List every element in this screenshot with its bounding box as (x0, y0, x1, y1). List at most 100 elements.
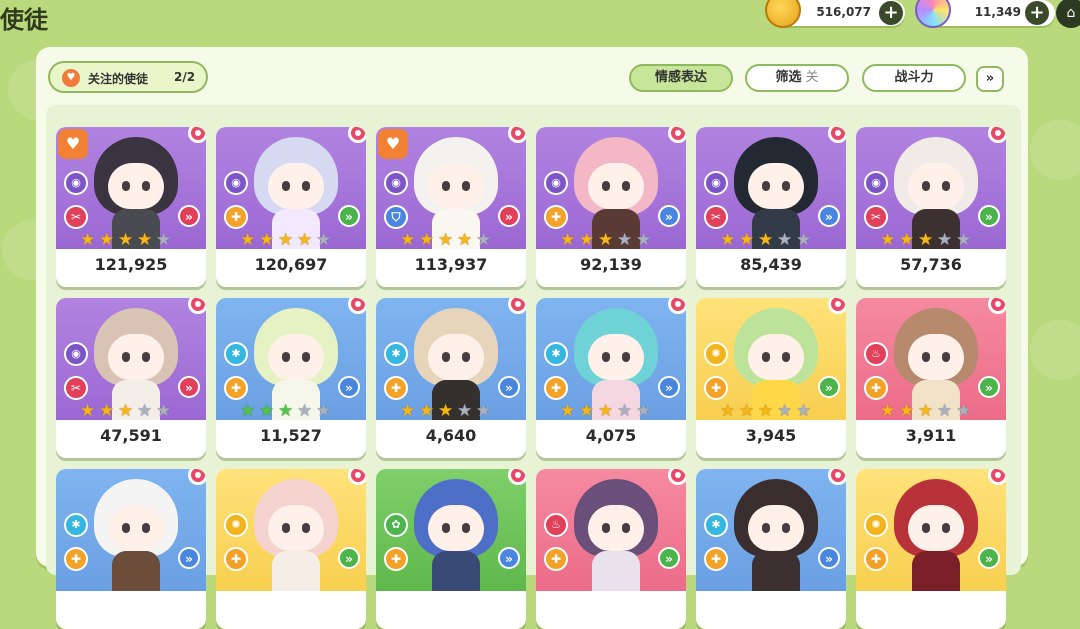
detail-arrow-icon[interactable]: » (178, 547, 200, 569)
detail-arrow-icon[interactable]: » (498, 547, 520, 569)
apostle-card[interactable]: ♥ ◉ ✂» ★ ★ ★ ★ ★ 121,925 (56, 127, 206, 287)
flower-icon[interactable] (988, 469, 1006, 485)
combat-power: 3,945 (745, 426, 797, 445)
detail-arrow-icon[interactable]: » (178, 376, 200, 398)
character-face (748, 163, 804, 209)
apostle-card[interactable]: ✺ ✚» (216, 469, 366, 629)
add-coins-button[interactable]: + (879, 1, 903, 25)
expand-icon[interactable]: » (976, 66, 1004, 92)
flower-icon[interactable] (508, 298, 526, 314)
character-face (748, 505, 804, 551)
combat-power: 57,736 (900, 255, 962, 274)
detail-arrow-icon[interactable]: » (498, 205, 520, 227)
character-body (272, 551, 320, 591)
apostle-grid: ♥ ◉ ✂» ★ ★ ★ ★ ★ 121,925 ◉ ✚» ★ ★ ★ ★ ★ 120,697 ♥ ◉ ⛉» ★ ★ ★ ★ ★… (46, 105, 1021, 629)
class-icon: ✂ (64, 376, 88, 400)
favorite-heart-icon[interactable]: ♥ (378, 129, 408, 159)
character-eye (142, 181, 150, 191)
apostle-card[interactable]: ◉ ✂» ★ ★ ★ ★ ★ 85,439 (696, 127, 846, 287)
detail-arrow-icon[interactable]: » (658, 205, 680, 227)
apostle-card[interactable]: ✱ ✚» ★ ★ ★ ★ ★ 4,075 (536, 298, 686, 458)
flower-icon[interactable] (508, 469, 526, 485)
apostle-card[interactable]: ✺ ✚» ★ ★ ★ ★ ★ 3,945 (696, 298, 846, 458)
detail-arrow-icon[interactable]: » (338, 205, 360, 227)
detail-arrow-icon[interactable]: » (978, 376, 1000, 398)
page-title: 使徒 (0, 6, 48, 34)
apostle-card[interactable]: ✱ ✚» ★ ★ ★ ★ ★ 4,640 (376, 298, 526, 458)
character-face (748, 334, 804, 380)
detail-arrow-icon[interactable]: » (178, 205, 200, 227)
class-icon: ✚ (544, 205, 568, 229)
apostle-card[interactable]: ◉ ✚» ★ ★ ★ ★ ★ 120,697 (216, 127, 366, 287)
star-icon: ★ (899, 401, 915, 421)
detail-arrow-icon[interactable]: » (978, 547, 1000, 569)
apostle-card[interactable]: ♨ ✚» ★ ★ ★ ★ ★ 3,911 (856, 298, 1006, 458)
apostle-panel: ♥ 关注的使徒 2/2 情感表达 筛选关 战斗力 » ♥ ◉ ✂» ★ ★ ★ ★ ★ 121,… (36, 47, 1028, 629)
apostle-card[interactable]: ✺ ✚» (856, 469, 1006, 629)
flower-icon[interactable] (988, 127, 1006, 143)
flower-icon[interactable] (348, 127, 366, 143)
add-gems-button[interactable]: + (1025, 1, 1049, 25)
character-face (108, 163, 164, 209)
detail-arrow-icon[interactable]: » (818, 547, 840, 569)
flower-icon[interactable] (668, 127, 686, 143)
emote-button[interactable]: 情感表达 (629, 64, 733, 92)
detail-arrow-icon[interactable]: » (818, 376, 840, 398)
character-eye (922, 523, 930, 533)
flower-icon[interactable] (188, 469, 206, 485)
flower-icon[interactable] (828, 127, 846, 143)
flower-icon[interactable] (828, 469, 846, 485)
flower-icon[interactable] (668, 298, 686, 314)
character-body (752, 551, 800, 591)
apostle-card[interactable]: ♥ ◉ ⛉» ★ ★ ★ ★ ★ 113,937 (376, 127, 526, 287)
flower-icon[interactable] (188, 298, 206, 314)
home-button[interactable]: ⌂ (1056, 0, 1080, 28)
character-eye (762, 523, 770, 533)
star-icon: ★ (259, 401, 275, 421)
filter-button[interactable]: 筛选关 (745, 64, 849, 92)
sort-power-button[interactable]: 战斗力 (862, 64, 966, 92)
detail-arrow-icon[interactable]: » (498, 376, 520, 398)
apostle-card[interactable]: ✱ ✚» ★ ★ ★ ★ ★ 11,527 (216, 298, 366, 458)
detail-arrow-icon[interactable]: » (338, 547, 360, 569)
flower-icon[interactable] (188, 127, 206, 143)
star-icon: ★ (137, 401, 153, 421)
star-icon: ★ (297, 230, 313, 250)
character-eye (622, 181, 630, 191)
character-face (428, 163, 484, 209)
star-icon: ★ (400, 230, 416, 250)
detail-arrow-icon[interactable]: » (338, 376, 360, 398)
apostle-card[interactable]: ✱ ✚» (696, 469, 846, 629)
character-eye (302, 181, 310, 191)
element-icon: ♨ (864, 342, 888, 366)
flower-icon[interactable] (668, 469, 686, 485)
detail-arrow-icon[interactable]: » (658, 376, 680, 398)
star-icon: ★ (956, 230, 972, 250)
favorite-heart-icon[interactable]: ♥ (58, 129, 88, 159)
followed-label: 关注的使徒 (88, 72, 149, 86)
flower-icon[interactable] (828, 298, 846, 314)
detail-arrow-icon[interactable]: » (658, 547, 680, 569)
element-icon: ◉ (64, 171, 88, 195)
combat-power: 4,640 (425, 426, 477, 445)
flower-icon[interactable] (988, 298, 1006, 314)
flower-icon[interactable] (348, 469, 366, 485)
star-icon: ★ (739, 230, 755, 250)
detail-arrow-icon[interactable]: » (978, 205, 1000, 227)
detail-arrow-icon[interactable]: » (818, 205, 840, 227)
apostle-card[interactable]: ♨ ✚» (536, 469, 686, 629)
apostle-card[interactable]: ◉ ✂» ★ ★ ★ ★ ★ 47,591 (56, 298, 206, 458)
star-icon: ★ (579, 401, 595, 421)
flower-icon[interactable] (348, 298, 366, 314)
element-icon: ♨ (544, 513, 568, 537)
apostle-card[interactable]: ✱ ✚» (56, 469, 206, 629)
apostle-card[interactable]: ◉ ✂» ★ ★ ★ ★ ★ 57,736 (856, 127, 1006, 287)
apostle-card[interactable]: ✿ ✚» (376, 469, 526, 629)
followed-apostles-button[interactable]: ♥ 关注的使徒 2/2 (48, 61, 208, 93)
apostle-card[interactable]: ◉ ✚» ★ ★ ★ ★ ★ 92,139 (536, 127, 686, 287)
star-icon: ★ (720, 230, 736, 250)
class-icon: ✚ (704, 376, 728, 400)
element-icon: ◉ (384, 171, 408, 195)
flower-icon[interactable] (508, 127, 526, 143)
gem-icon (915, 0, 951, 28)
